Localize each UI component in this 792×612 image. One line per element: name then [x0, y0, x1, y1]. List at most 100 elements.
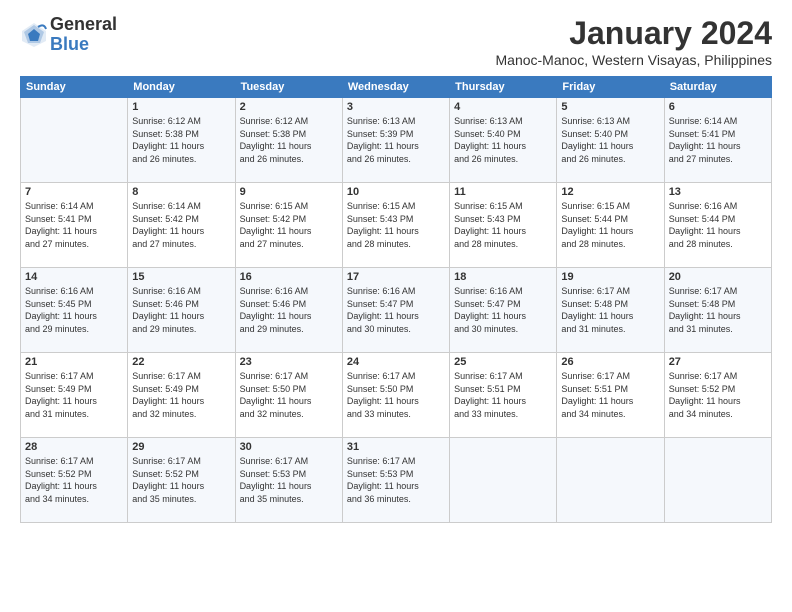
logo-icon — [20, 21, 48, 49]
day-number: 4 — [454, 101, 552, 113]
table-row — [557, 438, 664, 523]
day-info: Sunrise: 6:16 AM Sunset: 5:45 PM Dayligh… — [25, 285, 123, 335]
day-info: Sunrise: 6:16 AM Sunset: 5:47 PM Dayligh… — [347, 285, 445, 335]
table-row: 29 Sunrise: 6:17 AM Sunset: 5:52 PM Dayli… — [128, 438, 235, 523]
day-number: 5 — [561, 101, 659, 113]
day-number: 22 — [132, 356, 230, 368]
day-number: 9 — [240, 186, 338, 198]
day-number: 23 — [240, 356, 338, 368]
calendar-header-row: Sunday Monday Tuesday Wednesday Thursday… — [21, 77, 772, 98]
table-row: 12 Sunrise: 6:15 AM Sunset: 5:44 PM Dayli… — [557, 183, 664, 268]
page: General Blue January 2024 Manoc-Manoc, W… — [0, 0, 792, 612]
day-info: Sunrise: 6:17 AM Sunset: 5:51 PM Dayligh… — [561, 370, 659, 420]
table-row: 23 Sunrise: 6:17 AM Sunset: 5:50 PM Dayli… — [235, 353, 342, 438]
calendar-week-row: 21Sunrise: 6:17 AM Sunset: 5:49 PM Dayli… — [21, 353, 772, 438]
day-info: Sunrise: 6:12 AM Sunset: 5:38 PM Dayligh… — [240, 115, 338, 165]
day-number: 15 — [132, 271, 230, 283]
logo-blue-text: Blue — [50, 35, 117, 55]
day-info: Sunrise: 6:16 AM Sunset: 5:47 PM Dayligh… — [454, 285, 552, 335]
day-number: 16 — [240, 271, 338, 283]
day-number: 30 — [240, 441, 338, 453]
logo-text: General Blue — [50, 15, 117, 55]
day-info: Sunrise: 6:13 AM Sunset: 5:40 PM Dayligh… — [561, 115, 659, 165]
day-number: 19 — [561, 271, 659, 283]
calendar-week-row: 1 Sunrise: 6:12 AM Sunset: 5:38 PM Daylig… — [21, 98, 772, 183]
day-info: Sunrise: 6:17 AM Sunset: 5:48 PM Dayligh… — [561, 285, 659, 335]
day-info: Sunrise: 6:15 AM Sunset: 5:44 PM Dayligh… — [561, 200, 659, 250]
day-number: 29 — [132, 441, 230, 453]
day-number: 31 — [347, 441, 445, 453]
day-info: Sunrise: 6:17 AM Sunset: 5:53 PM Dayligh… — [240, 455, 338, 505]
day-info: Sunrise: 6:14 AM Sunset: 5:42 PM Dayligh… — [132, 200, 230, 250]
day-info: Sunrise: 6:17 AM Sunset: 5:49 PM Dayligh… — [132, 370, 230, 420]
table-row: 2Sunrise: 6:12 AM Sunset: 5:38 PM Daylig… — [235, 98, 342, 183]
day-number: 25 — [454, 356, 552, 368]
table-row: 28 Sunrise: 6:17 AM Sunset: 5:52 PM Dayli… — [21, 438, 128, 523]
table-row: 20 Sunrise: 6:17 AM Sunset: 5:48 PM Dayli… — [664, 268, 771, 353]
table-row: 30 Sunrise: 6:17 AM Sunset: 5:53 PM Dayli… — [235, 438, 342, 523]
table-row: 17 Sunrise: 6:16 AM Sunset: 5:47 PM Dayli… — [342, 268, 449, 353]
day-number: 1 — [132, 101, 230, 113]
table-row: 26 Sunrise: 6:17 AM Sunset: 5:51 PM Dayli… — [557, 353, 664, 438]
day-info: Sunrise: 6:12 AM Sunset: 5:38 PM Dayligh… — [132, 115, 230, 165]
table-row: 22 Sunrise: 6:17 AM Sunset: 5:49 PM Dayli… — [128, 353, 235, 438]
day-info: Sunrise: 6:15 AM Sunset: 5:43 PM Dayligh… — [347, 200, 445, 250]
calendar-week-row: 7Sunrise: 6:14 AM Sunset: 5:41 PM Daylig… — [21, 183, 772, 268]
calendar-week-row: 28 Sunrise: 6:17 AM Sunset: 5:52 PM Dayli… — [21, 438, 772, 523]
location-title: Manoc-Manoc, Western Visayas, Philippine… — [496, 52, 773, 68]
logo: General Blue — [20, 15, 117, 55]
day-number: 6 — [669, 101, 767, 113]
header-wednesday: Wednesday — [342, 77, 449, 98]
header-thursday: Thursday — [450, 77, 557, 98]
day-number: 12 — [561, 186, 659, 198]
table-row — [450, 438, 557, 523]
day-info: Sunrise: 6:13 AM Sunset: 5:40 PM Dayligh… — [454, 115, 552, 165]
day-number: 20 — [669, 271, 767, 283]
table-row: 3Sunrise: 6:13 AM Sunset: 5:39 PM Daylig… — [342, 98, 449, 183]
table-row: 14 Sunrise: 6:16 AM Sunset: 5:45 PM Dayli… — [21, 268, 128, 353]
day-number: 14 — [25, 271, 123, 283]
title-section: January 2024 Manoc-Manoc, Western Visaya… — [496, 15, 773, 68]
day-info: Sunrise: 6:16 AM Sunset: 5:44 PM Dayligh… — [669, 200, 767, 250]
table-row: 18 Sunrise: 6:16 AM Sunset: 5:47 PM Dayli… — [450, 268, 557, 353]
table-row: 27Sunrise: 6:17 AM Sunset: 5:52 PM Dayli… — [664, 353, 771, 438]
table-row: 13Sunrise: 6:16 AM Sunset: 5:44 PM Dayli… — [664, 183, 771, 268]
table-row: 5 Sunrise: 6:13 AM Sunset: 5:40 PM Daylig… — [557, 98, 664, 183]
day-number: 3 — [347, 101, 445, 113]
day-info: Sunrise: 6:17 AM Sunset: 5:50 PM Dayligh… — [240, 370, 338, 420]
table-row: 9Sunrise: 6:15 AM Sunset: 5:42 PM Daylig… — [235, 183, 342, 268]
day-info: Sunrise: 6:17 AM Sunset: 5:49 PM Dayligh… — [25, 370, 123, 420]
day-info: Sunrise: 6:17 AM Sunset: 5:52 PM Dayligh… — [25, 455, 123, 505]
table-row: 1 Sunrise: 6:12 AM Sunset: 5:38 PM Daylig… — [128, 98, 235, 183]
day-number: 27 — [669, 356, 767, 368]
header-friday: Friday — [557, 77, 664, 98]
calendar-table: Sunday Monday Tuesday Wednesday Thursday… — [20, 76, 772, 523]
logo-general-text: General — [50, 15, 117, 35]
table-row: 25 Sunrise: 6:17 AM Sunset: 5:51 PM Dayli… — [450, 353, 557, 438]
header-sunday: Sunday — [21, 77, 128, 98]
day-number: 26 — [561, 356, 659, 368]
day-number: 17 — [347, 271, 445, 283]
header-monday: Monday — [128, 77, 235, 98]
header: General Blue January 2024 Manoc-Manoc, W… — [20, 15, 772, 68]
table-row: 19 Sunrise: 6:17 AM Sunset: 5:48 PM Dayli… — [557, 268, 664, 353]
table-row: 6 Sunrise: 6:14 AM Sunset: 5:41 PM Daylig… — [664, 98, 771, 183]
day-number: 28 — [25, 441, 123, 453]
table-row: 15Sunrise: 6:16 AM Sunset: 5:46 PM Dayli… — [128, 268, 235, 353]
table-row — [664, 438, 771, 523]
day-info: Sunrise: 6:17 AM Sunset: 5:52 PM Dayligh… — [132, 455, 230, 505]
day-info: Sunrise: 6:17 AM Sunset: 5:50 PM Dayligh… — [347, 370, 445, 420]
day-info: Sunrise: 6:17 AM Sunset: 5:48 PM Dayligh… — [669, 285, 767, 335]
day-number: 8 — [132, 186, 230, 198]
table-row: 11Sunrise: 6:15 AM Sunset: 5:43 PM Dayli… — [450, 183, 557, 268]
day-info: Sunrise: 6:15 AM Sunset: 5:43 PM Dayligh… — [454, 200, 552, 250]
calendar-week-row: 14 Sunrise: 6:16 AM Sunset: 5:45 PM Dayli… — [21, 268, 772, 353]
day-info: Sunrise: 6:16 AM Sunset: 5:46 PM Dayligh… — [240, 285, 338, 335]
month-title: January 2024 — [496, 15, 773, 52]
day-info: Sunrise: 6:17 AM Sunset: 5:51 PM Dayligh… — [454, 370, 552, 420]
table-row — [21, 98, 128, 183]
day-info: Sunrise: 6:14 AM Sunset: 5:41 PM Dayligh… — [669, 115, 767, 165]
table-row: 4 Sunrise: 6:13 AM Sunset: 5:40 PM Daylig… — [450, 98, 557, 183]
day-number: 18 — [454, 271, 552, 283]
table-row: 8 Sunrise: 6:14 AM Sunset: 5:42 PM Daylig… — [128, 183, 235, 268]
